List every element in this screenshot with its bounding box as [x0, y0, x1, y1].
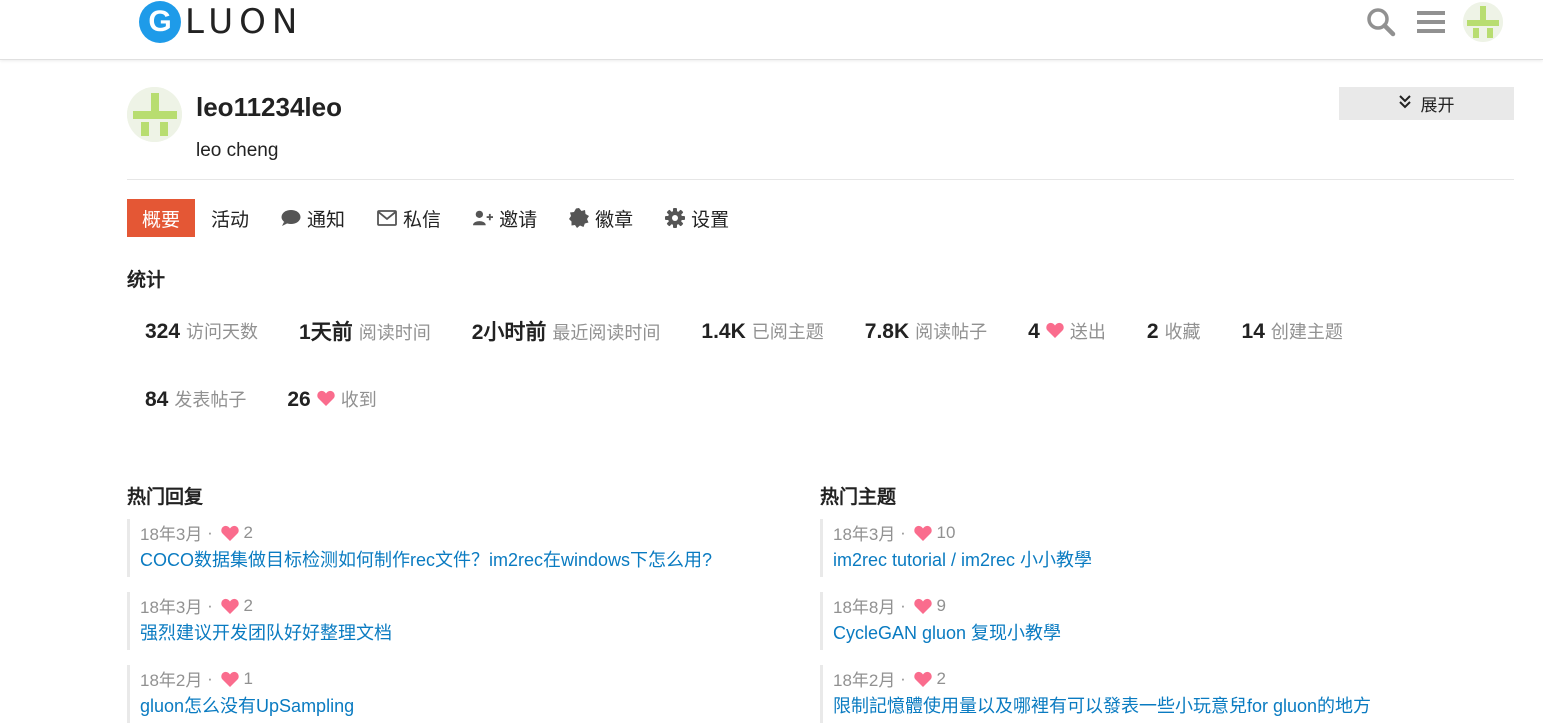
search-icon[interactable]	[1363, 4, 1399, 40]
stat-posts-read: 7.8K 阅读帖子	[864, 320, 988, 343]
list-item: 18年8月 · 9 CycleGAN gluon 复现小教學	[820, 592, 1520, 650]
site-logo[interactable]: G LUON	[139, 0, 303, 44]
item-date: 18年8月	[833, 598, 896, 617]
tab-invites[interactable]: 邀请	[457, 199, 553, 237]
tab-summary[interactable]: 概要	[127, 199, 196, 237]
reply-link[interactable]: gluon怎么没有UpSampling	[140, 692, 767, 718]
item-likes: 2	[936, 668, 946, 688]
item-date: 18年3月	[833, 525, 896, 544]
tab-settings-label: 设置	[691, 209, 730, 231]
list-item: 18年3月 · 2 强烈建议开发团队好好整理文档	[127, 592, 767, 650]
comment-icon	[281, 208, 301, 228]
stats-title: 统计	[127, 270, 166, 291]
double-chevron-down-icon	[1398, 94, 1411, 114]
heart-icon	[221, 671, 240, 687]
tab-notifications[interactable]: 通知	[265, 199, 361, 237]
heart-icon	[914, 598, 933, 614]
tab-summary-label: 概要	[142, 209, 181, 231]
top-replies-list: 18年3月 · 2 COCO数据集做目标检测如何制作rec文件？im2rec在w…	[127, 519, 767, 727]
heart-icon	[914, 671, 933, 687]
expand-label: 展开	[1420, 96, 1455, 115]
item-likes: 1	[243, 668, 253, 688]
user-avatar[interactable]	[1463, 2, 1503, 42]
site-header: G LUON	[0, 0, 1543, 60]
list-item: 18年3月 · 2 COCO数据集做目标检测如何制作rec文件？im2rec在w…	[127, 519, 767, 577]
topic-link[interactable]: CycleGAN gluon 复现小教學	[833, 619, 1520, 645]
list-item: 18年2月 · 1 gluon怎么没有UpSampling	[127, 665, 767, 723]
user-plus-icon	[473, 208, 494, 228]
heart-icon	[221, 525, 240, 541]
topic-link[interactable]: im2rec tutorial / im2rec 小小教學	[833, 546, 1520, 572]
profile-username: leo11234leo	[196, 92, 342, 122]
profile-nav: 概要 活动 通知 私信 邀请 徽章 设置	[127, 199, 745, 237]
heart-icon	[914, 525, 933, 541]
stat-topics-created: 14 创建主题	[1241, 320, 1343, 343]
hamburger-menu-icon[interactable]	[1413, 4, 1449, 40]
item-date: 18年2月	[140, 671, 203, 690]
stat-bookmarks: 2 收藏	[1146, 320, 1201, 343]
tab-messages[interactable]: 私信	[361, 199, 457, 237]
logo-text: LUON	[185, 2, 304, 42]
tab-badges-label: 徽章	[595, 209, 634, 231]
stat-days-visited: 324 访问天数	[145, 320, 259, 343]
heart-icon	[221, 598, 240, 614]
stat-likes-received: 26 收到	[287, 388, 377, 411]
list-item: 18年2月 · 2 限制記憶體使用量以及哪裡有可以發表一些小玩意兒for glu…	[820, 665, 1520, 723]
top-replies-title: 热门回复	[127, 487, 204, 508]
item-likes: 9	[936, 595, 946, 615]
top-topics-list: 18年3月 · 10 im2rec tutorial / im2rec 小小教學…	[820, 519, 1520, 727]
item-date: 18年3月	[140, 598, 203, 617]
list-item: 18年3月 · 10 im2rec tutorial / im2rec 小小教學	[820, 519, 1520, 577]
gear-icon	[665, 208, 686, 228]
tab-settings[interactable]: 设置	[649, 199, 745, 237]
tab-activity-label: 活动	[211, 209, 250, 231]
expand-button[interactable]: 展开	[1339, 87, 1514, 120]
stats-panel: 324 访问天数 1天前 阅读时间 2小时前 最近阅读时间 1.4K 已阅主题 7.8K…	[127, 305, 1427, 441]
item-likes: 2	[243, 522, 253, 542]
profile-avatar	[127, 87, 182, 142]
heart-icon	[1046, 322, 1064, 338]
tab-messages-label: 私信	[403, 209, 442, 231]
item-date: 18年3月	[140, 525, 203, 544]
topic-link[interactable]: 限制記憶體使用量以及哪裡有可以發表一些小玩意兒for gluon的地方	[833, 692, 1520, 718]
tab-notifications-label: 通知	[307, 209, 346, 231]
reply-link[interactable]: COCO数据集做目标检测如何制作rec文件？im2rec在windows下怎么用…	[140, 546, 767, 572]
stat-posts-created: 84 发表帖子	[145, 388, 247, 411]
reply-link[interactable]: 强烈建议开发团队好好整理文档	[140, 619, 767, 645]
item-date: 18年2月	[833, 671, 896, 690]
stat-recent-read-time: 2小时前 最近阅读时间	[471, 321, 661, 344]
item-likes: 2	[243, 595, 253, 615]
tab-invites-label: 邀请	[499, 209, 538, 231]
envelope-icon	[377, 208, 397, 228]
tab-activity[interactable]: 活动	[195, 199, 265, 237]
tab-badges[interactable]: 徽章	[553, 199, 649, 237]
profile-divider	[127, 179, 1514, 180]
profile-fullname: leo cheng	[196, 140, 279, 161]
stat-likes-given: 4 送出	[1028, 320, 1106, 343]
badge-icon	[569, 208, 590, 228]
item-likes: 10	[936, 522, 956, 542]
stat-topics-read: 1.4K 已阅主题	[701, 320, 824, 343]
top-topics-title: 热门主题	[820, 487, 897, 508]
stat-read-time: 1天前 阅读时间	[299, 321, 431, 344]
logo-mark: G	[139, 1, 181, 43]
heart-icon	[317, 390, 335, 406]
